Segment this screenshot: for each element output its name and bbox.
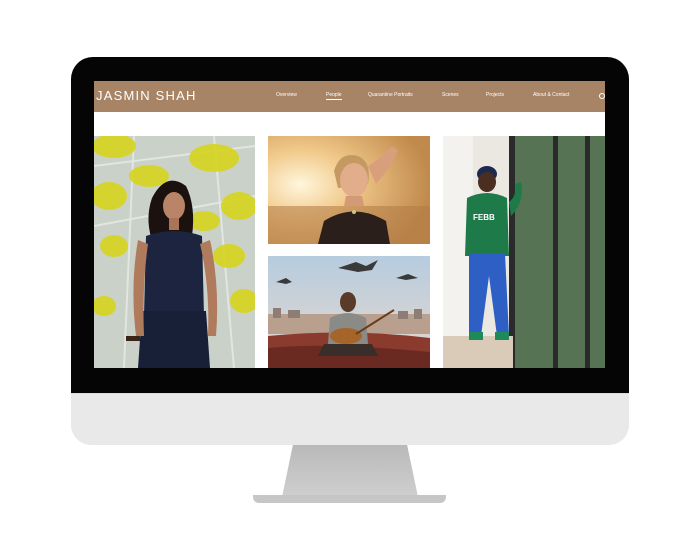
monitor-stand-neck — [282, 445, 418, 497]
gallery-photo-woman-sunset[interactable] — [268, 136, 430, 244]
photo-image — [268, 136, 430, 244]
gallery-photo-woman-yellow-leaves[interactable] — [94, 136, 255, 368]
nav-about-contact[interactable]: About & Contact — [533, 92, 569, 98]
monitor-chin — [71, 393, 629, 445]
gallery-photo-man-green-hoodie[interactable]: FEBB — [443, 136, 605, 368]
photo-image: FEBB — [443, 136, 605, 368]
site-logo[interactable]: JASMIN SHAH — [96, 88, 197, 103]
nav-scenes[interactable]: Scenes — [442, 92, 459, 98]
svg-text:FEBB: FEBB — [473, 213, 495, 222]
photo-image — [94, 136, 255, 368]
gallery-photo-musician-rooftop[interactable] — [268, 256, 430, 368]
nav-overview[interactable]: Overview — [276, 92, 297, 98]
monitor-stand-foot — [253, 495, 446, 503]
site-header: JASMIN SHAH Overview People Quarantine P… — [94, 81, 605, 112]
photo-image — [268, 256, 430, 368]
instagram-icon[interactable] — [599, 93, 605, 99]
nav-projects[interactable]: Projects — [486, 92, 504, 98]
nav-quarantine-portraits[interactable]: Quarantine Portraits — [368, 92, 413, 98]
website-screen: JASMIN SHAH Overview People Quarantine P… — [94, 81, 605, 368]
nav-people[interactable]: People — [326, 92, 342, 100]
